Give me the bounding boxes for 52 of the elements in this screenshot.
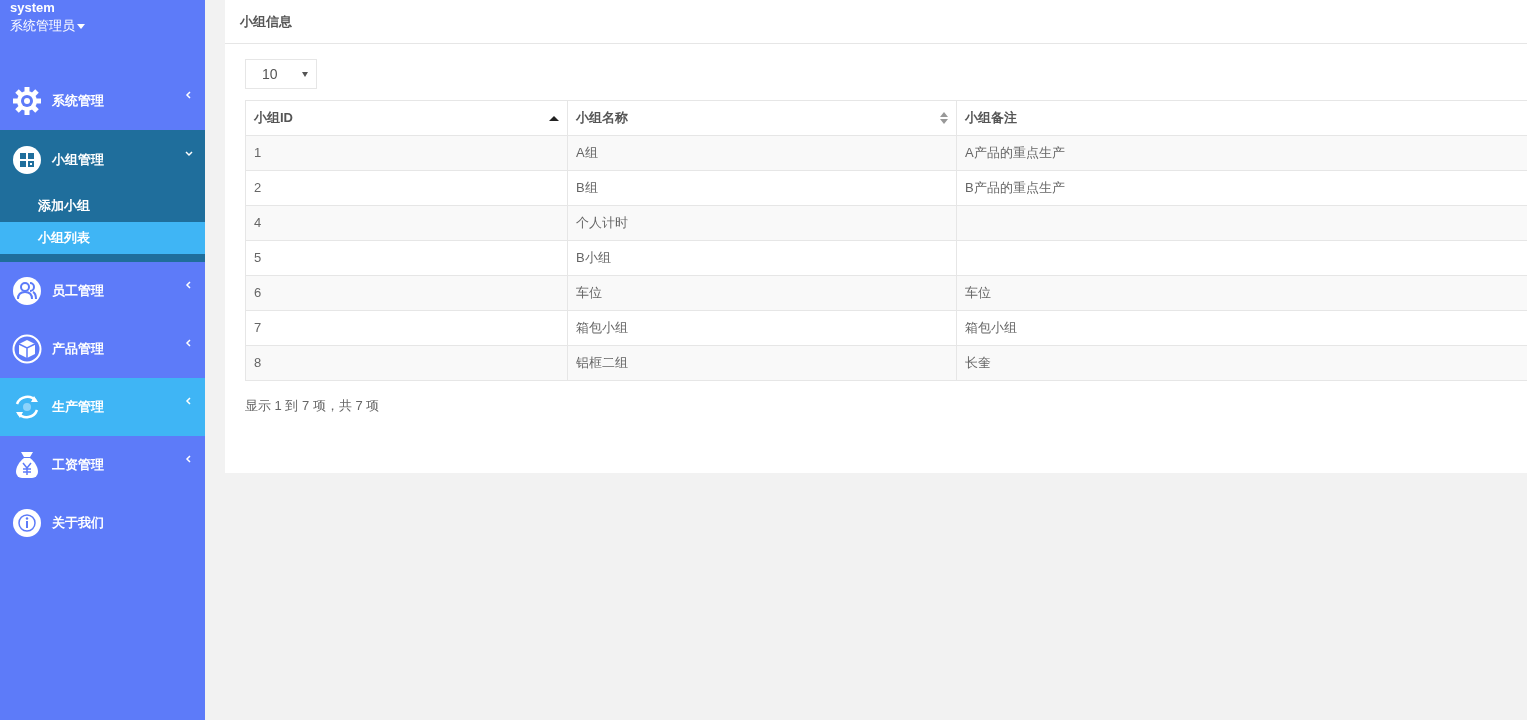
table-cell: 个人计时 [567,205,957,241]
table-cell: 1 [245,135,568,171]
table-cell: 4 [245,205,568,241]
menu-label: 关于我们 [52,513,105,532]
menu-label: 小组管理 [52,150,105,169]
table-cell: 5 [245,240,568,276]
chevron-left-icon [185,454,193,463]
submenu-item[interactable]: 添加小组 [0,189,205,222]
table-cell: 箱包小组 [567,310,957,346]
column-header[interactable]: 小组名称 [567,100,957,136]
menu-label: 工资管理 [52,455,105,474]
grid-icon [12,144,42,175]
table-cell: A组 [567,135,957,171]
menu-item[interactable]: 工资管理 [0,435,205,494]
table-cell: 7 [245,310,568,346]
chevron-left-icon [185,280,193,289]
menu-item[interactable]: 产品管理 [0,319,205,378]
table-cell: B组 [567,170,957,206]
user-name: system [9,0,56,16]
menu-item[interactable]: 系统管理 [0,71,205,130]
menu-label: 产品管理 [52,339,105,358]
chevron-down-icon [185,149,193,158]
table-summary: 显示 1 到 7 项，共 7 项 [245,397,381,415]
table-cell: A产品的重点生产 [956,135,1527,171]
table-cell: 车位 [567,275,957,311]
chevron-left-icon [185,90,193,99]
table-cell: 2 [245,170,568,206]
role-dropdown[interactable]: 系统管理员 [0,16,205,36]
menu-label: 生产管理 [52,397,105,416]
cube-icon [12,333,42,364]
panel-title: 小组信息 [240,12,292,31]
column-header[interactable]: 小组ID [245,100,568,136]
menu-label: 系统管理 [52,91,105,110]
table-cell: B小组 [567,240,957,276]
menu-item[interactable]: 小组管理 [0,129,205,190]
table-cell: 长奎 [956,345,1527,381]
table-cell: 车位 [956,275,1527,311]
table-cell: 6 [245,275,568,311]
column-header[interactable]: 小组备注 [956,100,1527,136]
submenu-item[interactable]: 小组列表 [0,221,205,254]
page-size-select[interactable]: 10 [245,59,317,89]
people-icon [12,275,42,306]
chevron-left-icon [185,396,193,405]
table-cell: 8 [245,345,568,381]
gear-icon [12,85,42,116]
info-icon [12,507,42,538]
table-cell: 铝框二组 [567,345,957,381]
menu-item[interactable]: 关于我们 [0,493,205,552]
menu-item[interactable]: 生产管理 [0,377,205,436]
menu-label: 员工管理 [52,281,105,300]
menu-item[interactable]: 员工管理 [0,261,205,320]
chevron-left-icon [185,338,193,347]
